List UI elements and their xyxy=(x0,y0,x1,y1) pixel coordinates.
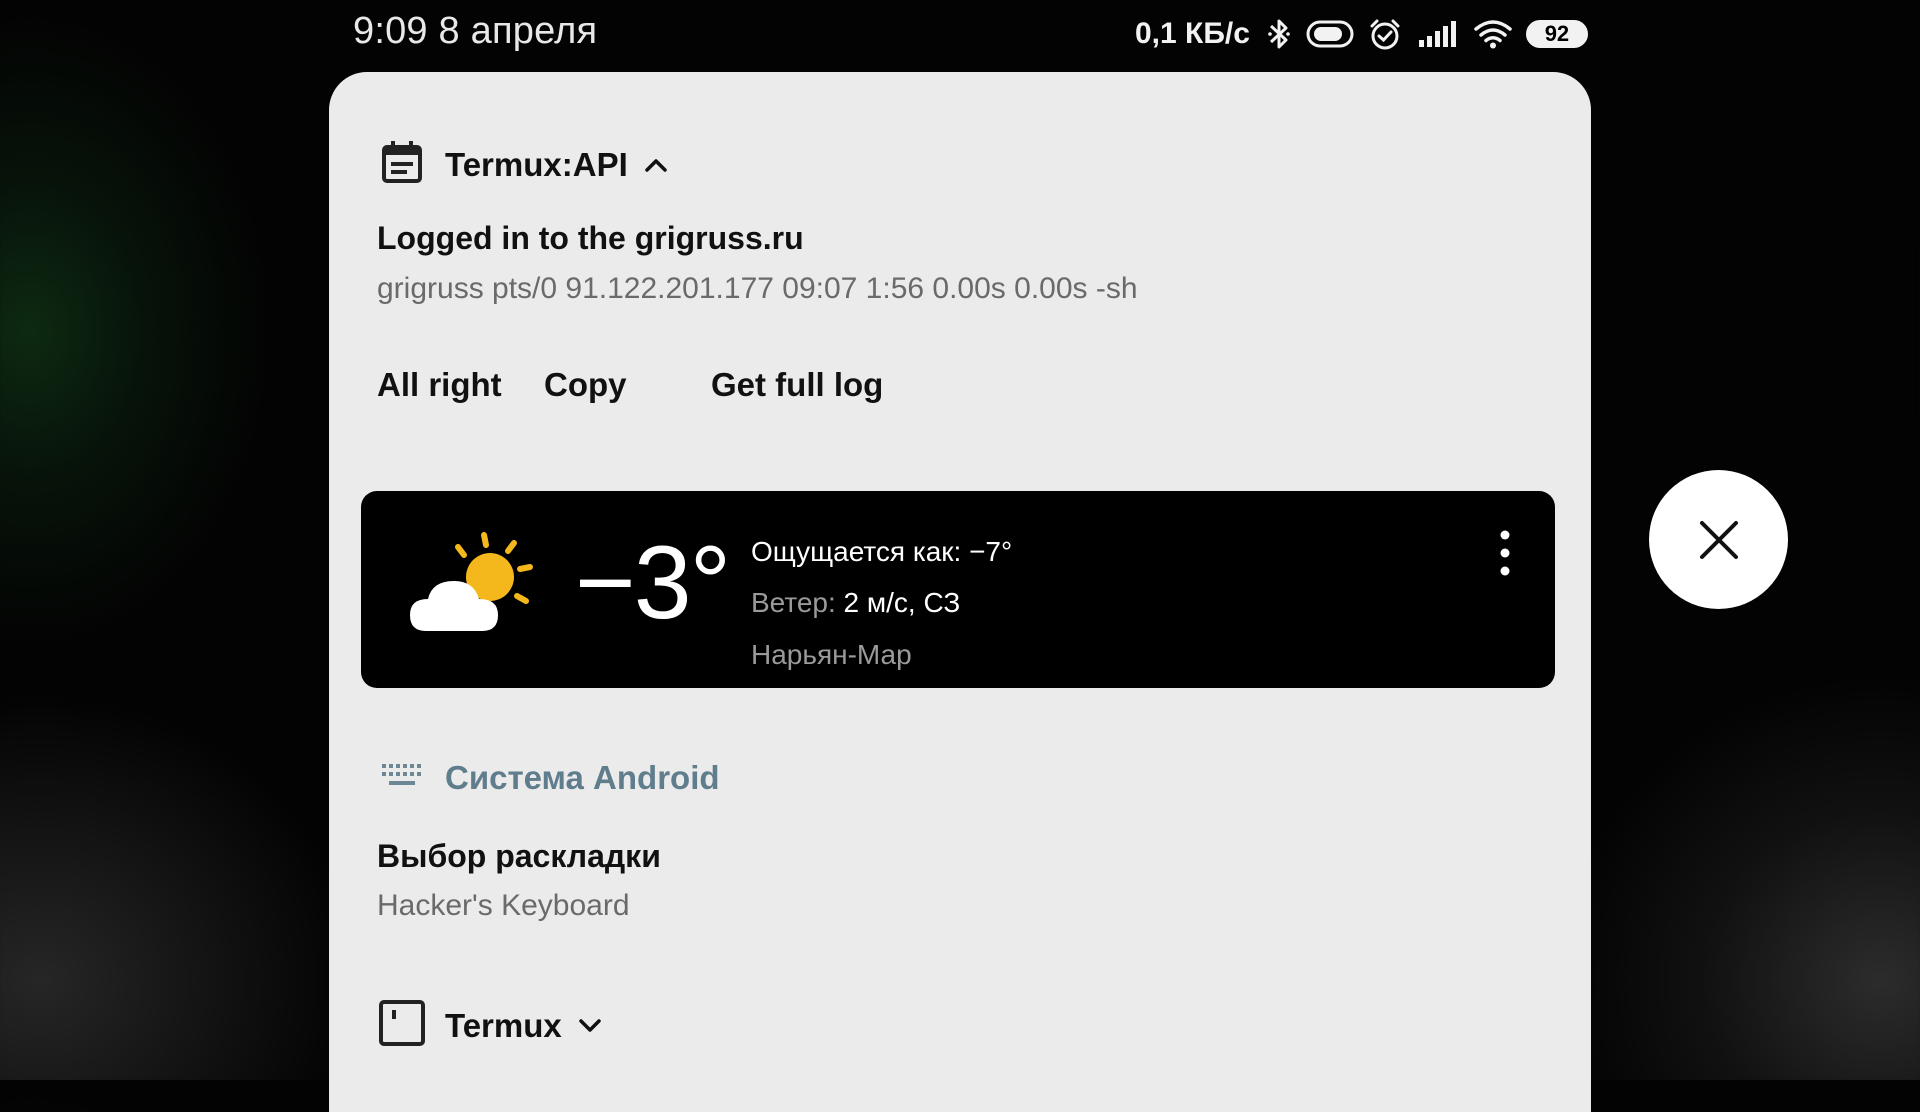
termux-header[interactable]: Termux xyxy=(379,1000,602,1051)
notification-text: grigruss pts/0 91.122.201.177 09:07 1:56… xyxy=(377,272,1138,305)
get-full-log-button[interactable]: Get full log xyxy=(711,366,883,404)
net-speed: 0,1 КБ/с xyxy=(1135,17,1250,50)
terminal-icon xyxy=(379,1000,425,1051)
signal-icon xyxy=(1418,20,1458,48)
notification-shade: Termux:API Logged in to the grigruss.ru … xyxy=(329,72,1591,1112)
feels-like: Ощущается как: −7° xyxy=(751,536,1013,567)
bluetooth-icon xyxy=(1268,17,1290,51)
battery-saver-icon xyxy=(1306,19,1354,49)
status-time: 9:09 8 апреля xyxy=(353,10,598,52)
termux-api-header[interactable]: Termux:API xyxy=(381,140,668,189)
close-icon xyxy=(1698,519,1740,561)
more-options-icon[interactable] xyxy=(1495,529,1515,579)
alarm-icon xyxy=(1368,17,1402,51)
android-system-header: Система Android xyxy=(381,759,720,797)
chevron-down-icon[interactable] xyxy=(578,1018,602,1034)
wind-value: 2 м/с, СЗ xyxy=(843,587,961,618)
app-name: Termux:API xyxy=(445,145,628,183)
location: Нарьян-Мар xyxy=(751,639,912,670)
notification-title: Logged in to the grigruss.ru xyxy=(377,220,804,256)
wind: Ветер: 2 м/с, СЗ xyxy=(751,587,960,619)
notification-title: Выбор раскладки xyxy=(377,838,661,874)
copy-button[interactable]: Copy xyxy=(544,366,627,404)
wifi-icon xyxy=(1474,19,1512,49)
chevron-up-icon[interactable] xyxy=(644,157,668,173)
clear-notifications-button[interactable] xyxy=(1649,470,1788,609)
weather-card[interactable]: −3° Ощущается как: −7° Ветер: 2 м/с, СЗ … xyxy=(361,491,1555,688)
status-icons: 0,1 КБ/с 92 xyxy=(1135,12,1588,56)
app-name: Termux xyxy=(445,1006,562,1044)
notification-text: Hacker's Keyboard xyxy=(377,889,630,922)
calendar-icon xyxy=(381,140,423,189)
app-name: Система Android xyxy=(445,759,720,796)
wind-label: Ветер: xyxy=(751,587,836,618)
all-right-button[interactable]: All right xyxy=(377,366,502,404)
battery-level: 92 xyxy=(1525,20,1588,48)
partly-cloudy-icon xyxy=(406,529,546,644)
temperature: −3° xyxy=(575,525,731,641)
keyboard-icon xyxy=(381,763,423,794)
